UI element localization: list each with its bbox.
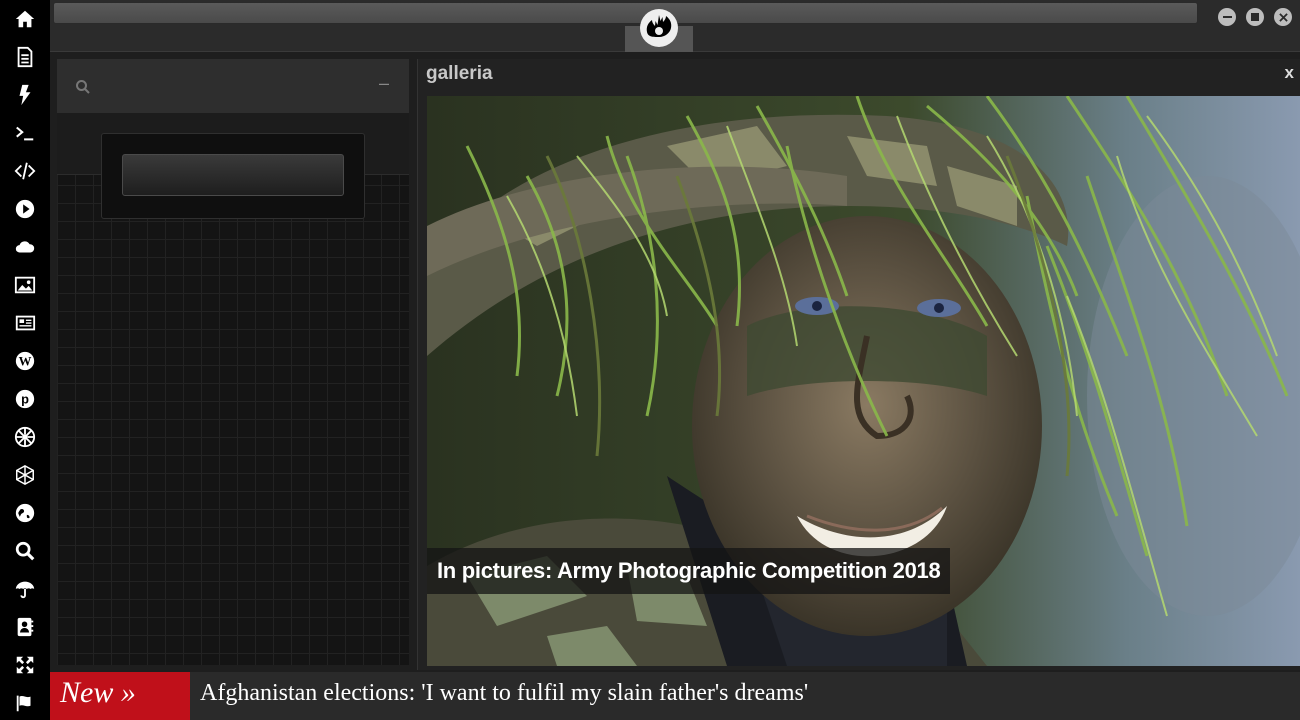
left-panel: –	[57, 59, 409, 665]
dock-item-news[interactable]	[11, 309, 39, 337]
dock-item-play[interactable]	[11, 195, 39, 223]
home-icon	[15, 10, 35, 28]
svg-text:W: W	[19, 355, 32, 369]
polyhedron-icon	[16, 464, 34, 486]
ticker-headline[interactable]: Afghanistan elections: 'I want to fulfil…	[200, 680, 808, 707]
search-icon[interactable]	[75, 79, 91, 95]
dock-item-contacts[interactable]	[11, 613, 39, 641]
terminal-icon	[16, 126, 34, 141]
newspaper-icon	[15, 315, 36, 331]
dock-item-cloud[interactable]	[11, 233, 39, 261]
search-icon	[15, 541, 35, 561]
dock-item-expand[interactable]	[11, 651, 39, 679]
cloud-icon	[15, 241, 35, 253]
play-icon	[15, 199, 35, 219]
dock-item-search[interactable]	[11, 537, 39, 565]
gallery-caption[interactable]: In pictures: Army Photographic Competiti…	[427, 548, 951, 594]
left-panel-minimize-button[interactable]: –	[379, 73, 389, 94]
pinterest-icon: p	[15, 389, 35, 409]
maximize-button[interactable]	[1246, 8, 1264, 26]
empire-icon	[14, 426, 36, 448]
left-panel-widget	[101, 133, 365, 219]
flag-icon	[16, 695, 31, 712]
document-icon	[17, 46, 33, 68]
close-icon	[1278, 12, 1288, 22]
gallery-panel: galleria x In pictures: Army Photographi…	[417, 59, 1300, 670]
dock-item-globe[interactable]	[11, 499, 39, 527]
ticker-new-badge: New »	[50, 672, 190, 720]
rebel-alliance-icon[interactable]	[640, 9, 678, 47]
desktop: W p – galleria x In pictures: Army Photo…	[0, 0, 1300, 720]
expand-icon	[16, 656, 34, 674]
dock-item-polyhedron[interactable]	[11, 461, 39, 489]
dock-item-terminal[interactable]	[11, 119, 39, 147]
left-panel-input[interactable]	[122, 154, 344, 196]
gallery-close-button[interactable]: x	[1285, 63, 1294, 83]
address-bar[interactable]	[53, 2, 1198, 24]
dock-item-pinterest[interactable]: p	[11, 385, 39, 413]
wordpress-icon: W	[15, 351, 35, 371]
close-window-button[interactable]	[1274, 8, 1292, 26]
code-icon	[14, 162, 36, 180]
dock-item-lightning[interactable]	[11, 81, 39, 109]
umbrella-icon	[15, 581, 35, 599]
dock-item-image[interactable]	[11, 271, 39, 299]
lightning-icon	[19, 84, 31, 106]
dock-item-flag[interactable]	[11, 689, 39, 717]
svg-text:p: p	[21, 392, 29, 407]
dock-item-home[interactable]	[11, 5, 39, 33]
dock-item-umbrella[interactable]	[11, 575, 39, 603]
minimize-icon	[1222, 16, 1232, 18]
dock-item-empire[interactable]	[11, 423, 39, 451]
dock-item-document[interactable]	[11, 43, 39, 71]
dock-item-code[interactable]	[11, 157, 39, 185]
dock: W p	[0, 0, 50, 720]
left-panel-header: –	[57, 59, 409, 113]
contact-book-icon	[17, 617, 34, 637]
globe-icon	[15, 503, 35, 523]
maximize-icon	[1251, 13, 1259, 21]
news-ticker: New » Afghanistan elections: 'I want to …	[50, 672, 1300, 720]
top-bar	[50, 0, 1300, 52]
image-icon	[14, 276, 36, 294]
logo-glyph	[646, 15, 672, 37]
minimize-button[interactable]	[1218, 8, 1236, 26]
gallery-title: galleria	[426, 63, 493, 84]
dock-item-wordpress[interactable]: W	[11, 347, 39, 375]
